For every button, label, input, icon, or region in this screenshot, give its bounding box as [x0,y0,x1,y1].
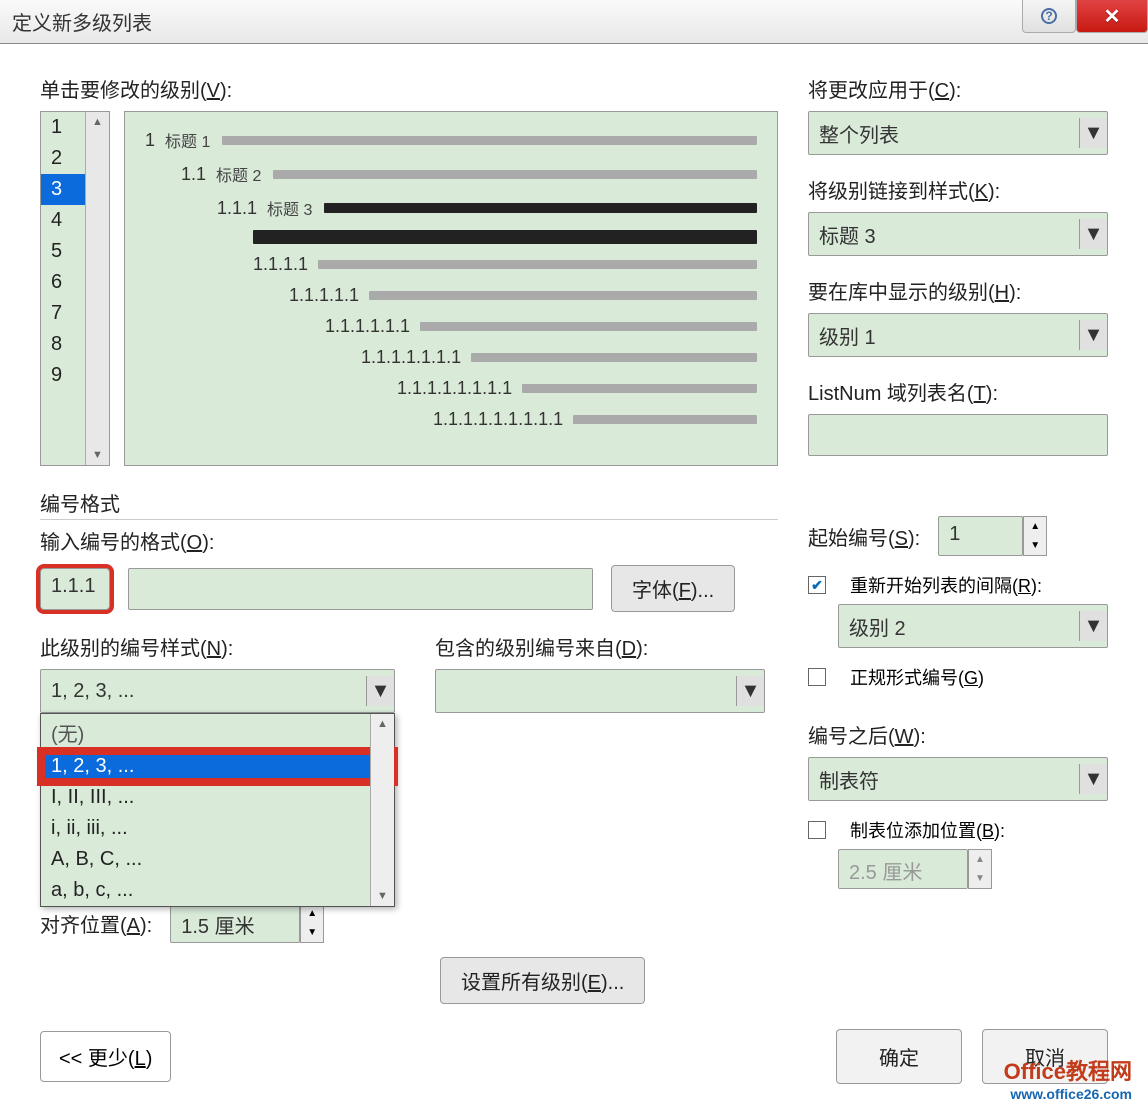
include-from-select[interactable]: ▼ [435,669,765,713]
chevron-down-icon: ▼ [1079,611,1107,641]
link-style-select[interactable]: 标题 3 ▼ [808,212,1108,256]
align-pos-label: 对齐位置(A): [40,909,152,938]
level-item-4[interactable]: 4 [41,205,85,236]
number-style-select[interactable]: 1, 2, 3, ... ▼ [40,669,395,713]
help-icon: ? [1041,8,1057,24]
close-icon: ✕ [1104,4,1121,29]
scroll-down-icon: ▼ [92,445,103,465]
apply-to-label: 将更改应用于(C): [808,74,1108,103]
preview-row: 1.1.1.1.1.1.1 [361,347,757,368]
show-level-select[interactable]: 级别 1 ▼ [808,313,1108,357]
legal-label: 正规形式编号(G) [850,664,984,690]
start-at-label: 起始编号(S): [808,522,920,551]
number-format-group: 编号格式 [40,488,778,520]
number-format-input[interactable]: 1.1.1 [40,568,110,610]
ok-button[interactable]: 确定 [836,1029,962,1084]
scroll-up-icon: ▲ [377,714,388,734]
link-style-label: 将级别链接到样式(K): [808,175,1108,204]
tab-stop-spinner: 2.5 厘米 ▲ ▼ [838,849,1108,889]
show-level-label: 要在库中显示的级别(H): [808,276,1108,305]
level-item-1[interactable]: 1 [41,112,85,143]
preview-pane: 1标题 1 1.1标题 2 1.1.1标题 3 1.1.1.1 1.1.1.1.1 1.1… [124,111,778,466]
close-button[interactable]: ✕ [1076,0,1148,33]
chevron-down-icon: ▼ [366,676,394,706]
chevron-down-icon: ▼ [1079,764,1107,794]
spinner-up-icon[interactable]: ▲ [1024,517,1046,536]
number-style-dropdown: (无)1, 2, 3, ...I, II, III, ...i, ii, iii… [40,713,395,907]
number-format-extra[interactable] [128,568,593,610]
dialog-title: 定义新多级列表 [12,7,152,36]
preview-row: 1.1标题 2 [181,162,757,186]
restart-level-select[interactable]: 级别 2 ▼ [838,604,1108,648]
level-item-9[interactable]: 9 [41,360,85,391]
preview-row: 1.1.1.1.1.1.1.1.1 [433,409,757,430]
preview-row [253,230,757,244]
level-item-7[interactable]: 7 [41,298,85,329]
spinner-down-icon[interactable]: ▼ [1024,536,1046,555]
preview-row: 1.1.1.1.1.1.1.1 [397,378,757,399]
spinner-down-icon: ▼ [969,869,991,888]
follow-number-label: 编号之后(W): [808,720,1108,749]
chevron-down-icon: ▼ [1079,219,1107,249]
preview-row: 1标题 1 [145,128,757,152]
tab-stop-label: 制表位添加位置(B): [850,817,1005,843]
click-level-label: 单击要修改的级别(V): [40,74,778,103]
chevron-down-icon: ▼ [1079,118,1107,148]
number-style-option[interactable]: I, II, III, ... [41,782,394,813]
preview-row: 1.1.1.1.1 [289,285,757,306]
number-style-option[interactable]: a, b, c, ... [41,875,394,906]
level-item-3[interactable]: 3 [41,174,85,205]
restart-label: 重新开始列表的间隔(R): [850,572,1042,598]
chevron-down-icon: ▼ [1079,320,1107,350]
legal-checkbox[interactable] [808,668,826,686]
include-from-label: 包含的级别编号来自(D): [435,632,778,661]
levels-listbox[interactable]: 123456789 ▲ ▼ [40,111,110,466]
number-style-label: 此级别的编号样式(N): [40,632,395,661]
number-style-option[interactable]: 1, 2, 3, ... [41,751,394,782]
input-format-label: 输入编号的格式(O): [40,526,778,555]
number-style-option[interactable]: i, ii, iii, ... [41,813,394,844]
font-button[interactable]: 字体(F)... [611,565,735,612]
start-at-spinner[interactable]: 1 ▲ ▼ [938,516,1047,556]
scroll-down-icon: ▼ [377,886,388,906]
tab-stop-checkbox[interactable] [808,821,826,839]
help-button[interactable]: ? [1022,0,1076,33]
listnum-label: ListNum 域列表名(T): [808,377,1108,406]
restart-checkbox[interactable] [808,576,826,594]
level-item-5[interactable]: 5 [41,236,85,267]
follow-number-select[interactable]: 制表符 ▼ [808,757,1108,801]
preview-row: 1.1.1.1.1.1 [325,316,757,337]
apply-to-select[interactable]: 整个列表 ▼ [808,111,1108,155]
level-item-2[interactable]: 2 [41,143,85,174]
align-pos-spinner[interactable]: 1.5 厘米 ▲ ▼ [170,903,324,943]
level-list-scrollbar[interactable]: ▲ ▼ [85,112,109,465]
dropdown-scrollbar[interactable]: ▲ ▼ [370,714,394,906]
level-item-6[interactable]: 6 [41,267,85,298]
listnum-input[interactable] [808,414,1108,456]
preview-row: 1.1.1.1 [253,254,757,275]
spinner-down-icon[interactable]: ▼ [301,923,323,942]
preview-row: 1.1.1标题 3 [217,196,757,220]
number-style-option[interactable]: (无) [41,714,394,751]
cancel-button[interactable]: 取消 [982,1029,1108,1084]
spinner-up-icon: ▲ [969,850,991,869]
number-style-option[interactable]: A, B, C, ... [41,844,394,875]
less-button[interactable]: << 更少(L) [40,1031,171,1082]
title-bar: 定义新多级列表 ? ✕ [0,0,1148,44]
scroll-up-icon: ▲ [92,112,103,132]
level-item-8[interactable]: 8 [41,329,85,360]
chevron-down-icon: ▼ [736,676,764,706]
set-all-levels-button[interactable]: 设置所有级别(E)... [440,957,645,1004]
